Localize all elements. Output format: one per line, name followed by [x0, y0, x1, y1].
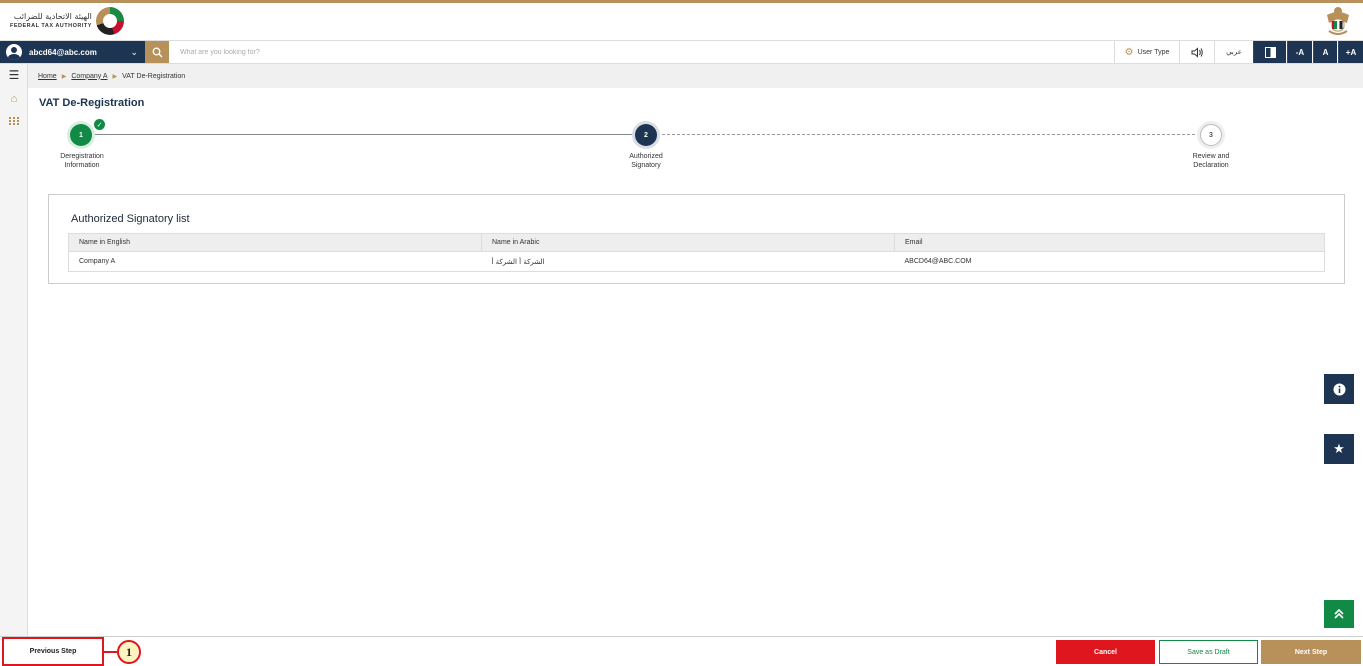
save-as-draft-button[interactable]: Save as Draft — [1159, 640, 1258, 664]
step-1-label: Deregistration Information — [60, 153, 104, 169]
scroll-to-top-button[interactable] — [1324, 600, 1354, 628]
column-header-name-english: Name in English — [68, 233, 482, 252]
signatory-table: Name in English Name in Arabic Email Com… — [68, 233, 1325, 272]
cancel-button[interactable]: Cancel — [1056, 640, 1155, 664]
cell-name-english: Company A — [68, 251, 482, 272]
card-title: Authorized Signatory list — [71, 213, 190, 225]
language-toggle-arabic[interactable]: عربي — [1216, 41, 1252, 63]
step-3-label: Review and Declaration — [1192, 153, 1230, 169]
step-2-circle[interactable]: 2 — [635, 124, 657, 146]
cell-email: ABCD64@ABC.COM — [894, 251, 1325, 272]
search-input[interactable] — [172, 43, 772, 61]
font-normal-button[interactable]: A — [1313, 41, 1337, 63]
contrast-toggle-button[interactable] — [1253, 41, 1286, 63]
breadcrumb-company-link[interactable]: Company A — [71, 73, 107, 80]
step-2-label: Authorized Signatory — [629, 153, 663, 169]
breadcrumb-current: VAT De-Registration — [122, 72, 186, 80]
hamburger-menu-icon[interactable]: ☰ — [6, 68, 22, 82]
breadcrumb-home-link[interactable]: Home — [38, 73, 57, 80]
user-account-dropdown[interactable]: abcd64@abc.com ⌄ — [0, 41, 145, 63]
chevron-down-icon: ⌄ — [130, 46, 138, 57]
info-button[interactable] — [1324, 374, 1354, 404]
font-increase-button[interactable]: +A — [1338, 41, 1363, 63]
cell-name-arabic: الشركة أ الشركة أ — [481, 251, 895, 272]
user-type-button[interactable]: ⚙ User Type — [1114, 41, 1180, 63]
speaker-icon — [1191, 46, 1203, 58]
apps-grid-icon[interactable] — [6, 114, 22, 128]
action-footer: Previous Step 1 Cancel Save as Draft Nex… — [0, 636, 1363, 666]
breadcrumb: Home ▶ Company A ▶ VAT De-Registration — [28, 64, 1363, 88]
home-icon[interactable]: ⌂ — [6, 92, 22, 106]
left-sidebar: ☰ ⌂ — [0, 64, 28, 636]
step-1-circle[interactable]: 1 — [70, 124, 92, 146]
callout-marker: 1 — [117, 640, 141, 664]
logo-arabic-text: الهيئة الاتحادية للضرائب — [13, 12, 92, 21]
search-button[interactable] — [145, 41, 169, 63]
column-header-email: Email — [894, 233, 1325, 252]
gear-icon: ⚙ — [1124, 46, 1134, 58]
step-3-circle[interactable]: 3 — [1200, 124, 1222, 146]
previous-step-button[interactable]: Previous Step — [2, 637, 104, 666]
breadcrumb-arrow-icon: ▶ — [61, 73, 67, 80]
text-to-speech-button[interactable] — [1181, 41, 1215, 63]
logo-english-text: FEDERAL TAX AUTHORITY — [10, 23, 92, 29]
top-toolbar: abcd64@abc.com ⌄ ⚙ User Type عربي -A A +… — [0, 40, 1363, 64]
table-header-row: Name in English Name in Arabic Email — [68, 233, 1325, 252]
contrast-icon — [1264, 46, 1276, 58]
user-avatar-icon — [6, 44, 22, 60]
fta-logo[interactable]: الهيئة الاتحادية للضرائب FEDERAL TAX AUT… — [10, 6, 124, 36]
breadcrumb-arrow-icon: ▶ — [112, 73, 118, 80]
site-header: الهيئة الاتحادية للضرائب FEDERAL TAX AUT… — [0, 3, 1363, 40]
table-row: Company A الشركة أ الشركة أ ABCD64@ABC.C… — [68, 251, 1325, 272]
user-email: abcd64@abc.com — [29, 47, 97, 57]
star-icon: ★ — [1333, 441, 1345, 456]
uae-emblem-icon — [1327, 7, 1349, 35]
fta-logo-icon — [95, 7, 124, 35]
double-chevron-up-icon — [1334, 608, 1344, 619]
page-title: VAT De-Registration — [39, 97, 145, 109]
font-decrease-button[interactable]: -A — [1287, 41, 1312, 63]
favorite-button[interactable]: ★ — [1324, 434, 1354, 464]
callout-connector — [104, 651, 118, 653]
authorized-signatory-card: Authorized Signatory list Name in Englis… — [48, 194, 1345, 284]
column-header-name-arabic: Name in Arabic — [481, 233, 895, 252]
grid-icon — [9, 117, 19, 125]
check-icon: ✓ — [94, 119, 105, 130]
stepper-connector-completed — [92, 134, 635, 135]
stepper-connector-pending — [657, 134, 1200, 135]
info-icon — [1333, 383, 1345, 395]
search-icon — [152, 47, 162, 57]
next-step-button[interactable]: Next Step — [1261, 640, 1361, 664]
user-type-label: User Type — [1137, 48, 1170, 56]
